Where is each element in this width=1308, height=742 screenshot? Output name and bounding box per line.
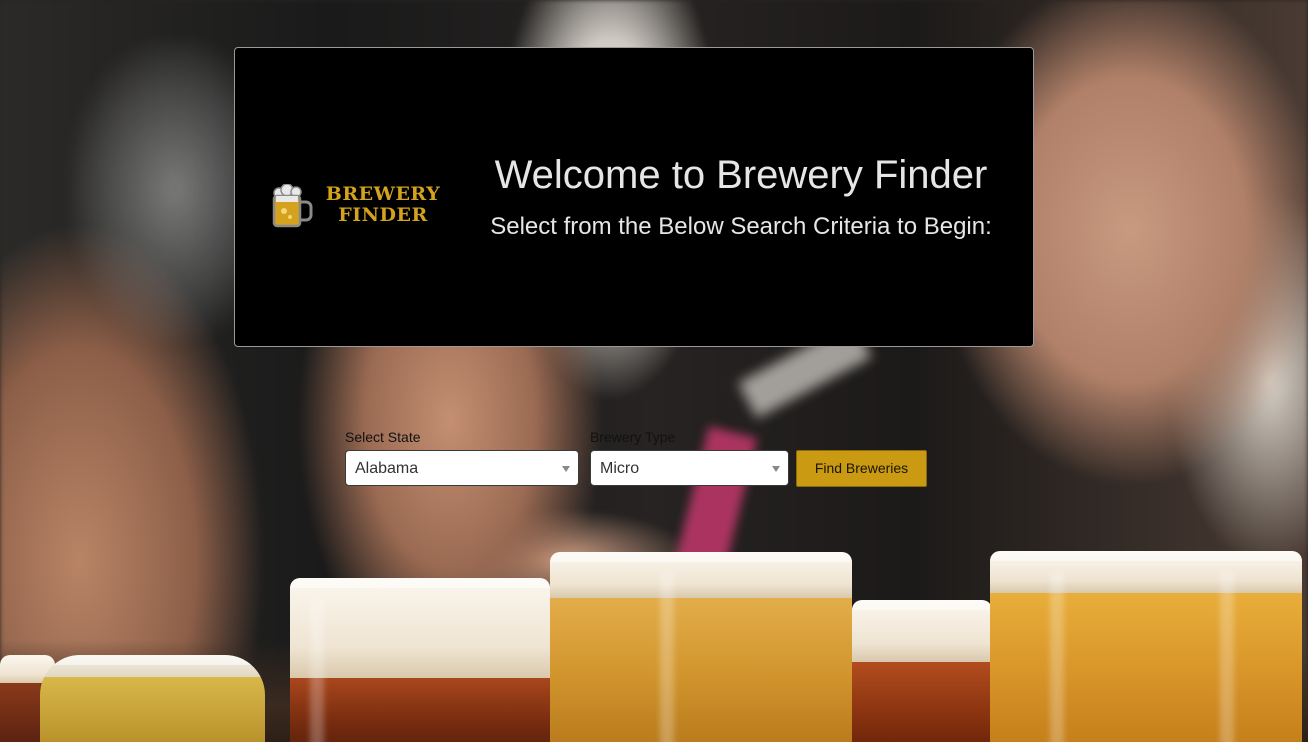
beer-glass-icon <box>290 578 550 742</box>
beer-glass-icon <box>550 552 852 742</box>
chevron-down-icon <box>772 466 780 472</box>
beer-mug-icon <box>272 184 313 228</box>
brewery-finder-logo[interactable]: BREWERY FINDER <box>271 182 456 228</box>
state-select-label: Select State <box>345 429 421 445</box>
beer-glass-icon <box>40 655 265 742</box>
find-breweries-button[interactable]: Find Breweries <box>796 450 927 487</box>
state-select-value: Alabama <box>355 460 419 477</box>
logo-line-2: FINDER <box>338 204 428 226</box>
brewery-type-select[interactable]: Micro <box>590 450 789 486</box>
beer-glass-icon <box>852 600 992 742</box>
welcome-banner: BREWERY FINDER Welcome to Brewery Finder… <box>234 47 1034 347</box>
logo-wordmark: BREWERY FINDER <box>313 184 453 226</box>
beer-glass-icon <box>990 551 1302 742</box>
brewery-finder-page: BREWERY FINDER Welcome to Brewery Finder… <box>0 0 1308 742</box>
logo-line-1: BREWERY <box>325 183 441 205</box>
chevron-down-icon <box>562 466 570 472</box>
brewery-type-select-label: Brewery Type <box>590 429 676 445</box>
page-title: Welcome to Brewery Finder <box>494 153 988 197</box>
brewery-type-select-value: Micro <box>600 460 640 477</box>
state-select[interactable]: Alabama <box>345 450 579 486</box>
page-subtitle: Select from the Below Search Criteria to… <box>490 213 992 240</box>
